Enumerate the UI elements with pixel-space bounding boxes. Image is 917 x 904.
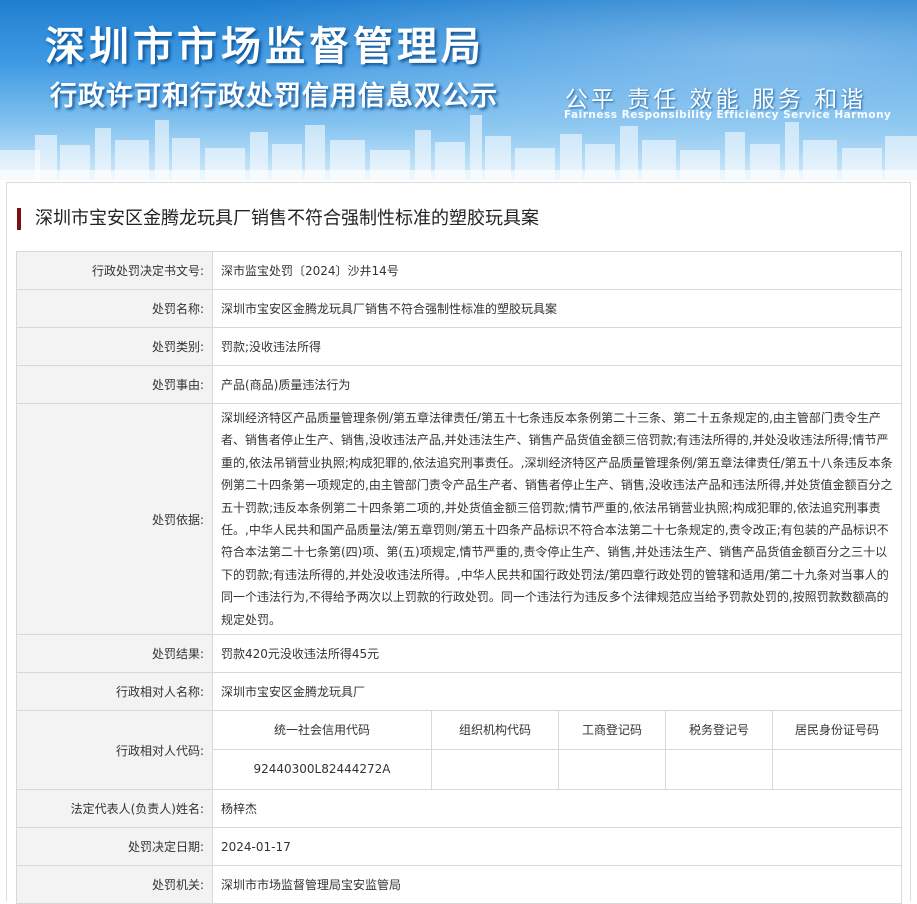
case-title-bar: 深圳市宝安区金腾龙玩具厂销售不符合强制性标准的塑胶玩具案	[17, 207, 897, 231]
label-decision-no: 行政处罚决定书文号:	[16, 251, 213, 290]
row-authority: 处罚机关: 深圳市市场监督管理局宝安监管局	[16, 865, 902, 904]
row-decision-date: 处罚决定日期: 2024-01-17	[16, 827, 902, 867]
label-authority: 处罚机关:	[16, 865, 213, 904]
value-penalty-result: 罚款420元没收违法所得45元	[212, 634, 902, 674]
value-tax-reg	[665, 748, 773, 790]
header-banner: 深圳市市场监督管理局 行政许可和行政处罚信用信息双公示 公平 责任 效能 服务 …	[0, 0, 917, 180]
row-penalty-result: 处罚结果: 罚款420元没收违法所得45元	[16, 634, 902, 674]
value-penalty-reason: 产品(商品)质量违法行为	[212, 365, 902, 404]
value-legal-rep: 杨梓杰	[212, 789, 902, 829]
label-decision-date: 处罚决定日期:	[16, 827, 213, 867]
value-penalty-name: 深圳市宝安区金腾龙玩具厂销售不符合强制性标准的塑胶玩具案	[212, 289, 902, 328]
row-party-name: 行政相对人名称: 深圳市宝安区金腾龙玩具厂	[16, 672, 902, 712]
row-penalty-basis: 处罚依据: 深圳经济特区产品质量管理条例/第五章法律责任/第五十七条违反本条例第…	[16, 402, 902, 636]
label-penalty-type: 处罚类别:	[16, 327, 213, 366]
label-party-name: 行政相对人名称:	[16, 672, 213, 712]
penalty-info-table: 行政处罚决定书文号: 深市监宝处罚〔2024〕沙井14号 处罚名称: 深圳市宝安…	[16, 251, 902, 904]
value-party-name: 深圳市宝安区金腾龙玩具厂	[212, 672, 902, 712]
value-org-code	[431, 748, 559, 790]
party-code-table: 统一社会信用代码 组织机构代码 工商登记码 税务登记号 居民身份证号码 9244…	[213, 711, 901, 790]
row-decision-no: 行政处罚决定书文号: 深市监宝处罚〔2024〕沙井14号	[16, 251, 902, 290]
title-marker	[17, 208, 21, 230]
label-legal-rep: 法定代表人(负责人)姓名:	[16, 789, 213, 829]
value-decision-date: 2024-01-17	[212, 827, 902, 867]
value-authority: 深圳市市场监督管理局宝安监管局	[212, 865, 902, 904]
value-uscc: 92440300L82444272A	[213, 748, 432, 790]
label-penalty-name: 处罚名称:	[16, 289, 213, 328]
row-party-code: 行政相对人代码: 统一社会信用代码 组织机构代码 工商登记码 税务登记号 居民身…	[16, 710, 902, 791]
header-business-reg: 工商登记码	[558, 711, 666, 750]
code-header-row: 统一社会信用代码 组织机构代码 工商登记码 税务登记号 居民身份证号码	[213, 711, 901, 750]
label-party-code: 行政相对人代码:	[16, 710, 213, 791]
case-title: 深圳市宝安区金腾龙玩具厂销售不符合强制性标准的塑胶玩具案	[35, 208, 539, 229]
value-penalty-type: 罚款;没收违法所得	[212, 327, 902, 366]
label-penalty-result: 处罚结果:	[16, 634, 213, 674]
slogan-english: Fairness Responsibility Efficiency Servi…	[564, 109, 892, 121]
org-title: 深圳市市场监督管理局	[45, 24, 485, 70]
content-panel: 深圳市宝安区金腾龙玩具厂销售不符合强制性标准的塑胶玩具案 行政处罚决定书文号: …	[6, 182, 911, 904]
label-penalty-basis: 处罚依据:	[16, 402, 213, 636]
party-code-cell: 统一社会信用代码 组织机构代码 工商登记码 税务登记号 居民身份证号码 9244…	[212, 710, 902, 791]
value-decision-no: 深市监宝处罚〔2024〕沙井14号	[212, 251, 902, 290]
row-penalty-type: 处罚类别: 罚款;没收违法所得	[16, 327, 902, 366]
value-id-no	[772, 748, 901, 790]
header-org-code: 组织机构代码	[431, 711, 559, 750]
label-penalty-reason: 处罚事由:	[16, 365, 213, 404]
row-legal-rep: 法定代表人(负责人)姓名: 杨梓杰	[16, 789, 902, 829]
row-penalty-reason: 处罚事由: 产品(商品)质量违法行为	[16, 365, 902, 404]
value-penalty-basis: 深圳经济特区产品质量管理条例/第五章法律责任/第五十七条违反本条例第二十三条、第…	[212, 402, 902, 636]
header-tax-reg: 税务登记号	[665, 711, 773, 750]
header-uscc: 统一社会信用代码	[213, 711, 432, 750]
header-id-no: 居民身份证号码	[772, 711, 901, 750]
row-penalty-name: 处罚名称: 深圳市宝安区金腾龙玩具厂销售不符合强制性标准的塑胶玩具案	[16, 289, 902, 328]
sub-title: 行政许可和行政处罚信用信息双公示	[50, 81, 498, 112]
code-value-row: 92440300L82444272A	[213, 748, 901, 790]
value-business-reg	[558, 748, 666, 790]
